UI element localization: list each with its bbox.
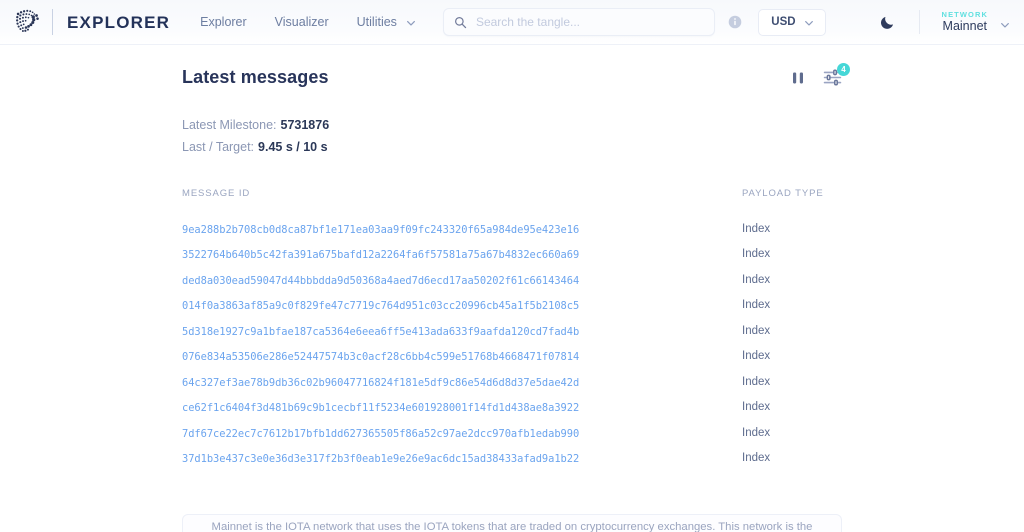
message-id-link[interactable]: 076e834a53506e286e52447574b3c0acf28c6bb4…: [182, 351, 579, 363]
currency-select[interactable]: USD: [757, 8, 826, 36]
cell-message-id: 014f0a3863af85a9c0f829fe47c7719c764d951c…: [182, 293, 742, 319]
chevron-down-icon: [804, 18, 813, 27]
message-id-link[interactable]: 37d1b3e437c3e0e36d3e317f2b3f0eab1e9e26e9…: [182, 453, 579, 465]
currency-select-value: USD: [771, 16, 796, 28]
header-right-group: NETWORK Mainnet: [879, 10, 1010, 34]
cell-payload-type: Index: [742, 350, 771, 363]
table-row: 076e834a53506e286e52447574b3c0acf28c6bb4…: [182, 344, 842, 370]
messages-table-body: 9ea288b2b708cb0d8ca87bf1e171ea03aa9f09fc…: [182, 216, 842, 471]
table-row: 5d318e1927c9a1bfae187ca5364e6eea6ff5e413…: [182, 318, 842, 344]
nav-item-utilities[interactable]: Utilities: [357, 15, 415, 29]
table-row: 64c327ef3ae78b9db36c02b96047716824f181e5…: [182, 369, 842, 395]
cell-payload-type: Index: [742, 324, 771, 337]
network-text: NETWORK Mainnet: [941, 9, 988, 34]
app-header: EXPLORER Explorer Visualizer Utilities U…: [0, 0, 1024, 45]
message-id-link[interactable]: 9ea288b2b708cb0d8ca87bf1e171ea03aa9f09fc…: [182, 224, 579, 236]
network-description-text: Mainnet is the IOTA network that uses th…: [211, 521, 813, 532]
search-input[interactable]: [475, 15, 704, 29]
pause-icon: [791, 72, 805, 90]
logo-block[interactable]: EXPLORER: [10, 5, 170, 39]
cell-payload-type: Index: [742, 452, 771, 465]
cell-message-id: 5d318e1927c9a1bfae187ca5364e6eea6ff5e413…: [182, 318, 742, 344]
brand-title: EXPLORER: [67, 12, 171, 32]
cell-payload-type: Index: [742, 222, 771, 235]
nav-item-utilities-label: Utilities: [356, 15, 397, 29]
table-row: ce62f1c6404f3d481b69c9b1cecbf11f5234e601…: [182, 395, 842, 421]
filter-button[interactable]: 4: [823, 63, 850, 86]
table-row: 9ea288b2b708cb0d8ca87bf1e171ea03aa9f09fc…: [182, 216, 842, 242]
network-description-banner: Mainnet is the IOTA network that uses th…: [182, 514, 842, 532]
table-row: 014f0a3863af85a9c0f829fe47c7719c764d951c…: [182, 293, 842, 319]
info-icon[interactable]: [728, 15, 742, 29]
filter-settings-icon: [823, 69, 842, 90]
header-divider: [918, 10, 920, 34]
logo-divider: [52, 9, 53, 35]
column-header-message-id: MESSAGE ID: [182, 188, 251, 199]
message-id-link[interactable]: ce62f1c6404f3d481b69c9b1cecbf11f5234e601…: [182, 402, 579, 414]
stat-last-target-value: 9.45 s / 10 s: [258, 139, 328, 154]
cell-message-id: ce62f1c6404f3d481b69c9b1cecbf11f5234e601…: [182, 395, 742, 421]
message-id-link[interactable]: 5d318e1927c9a1bfae187ca5364e6eea6ff5e413…: [182, 326, 579, 338]
stat-last-target: Last / Target: 9.45 s / 10 s: [182, 137, 842, 159]
pause-button[interactable]: [791, 70, 805, 86]
stat-latest-milestone-label: Latest Milestone:: [182, 118, 277, 132]
content-column: Latest messages 4 Latest Milestone: 5731…: [182, 45, 850, 471]
table-row: 7df67ce22ec7c7612b17bfb1dd627365505f86a5…: [182, 420, 842, 446]
cell-payload-type: Index: [742, 273, 771, 286]
cell-payload-type: Index: [742, 401, 771, 414]
network-label: NETWORK: [941, 9, 988, 19]
message-id-link[interactable]: 014f0a3863af85a9c0f829fe47c7719c764d951c…: [182, 300, 579, 312]
title-row: Latest messages 4: [182, 63, 850, 88]
cell-payload-type: Index: [742, 299, 771, 312]
table-row: 3522764b640b5c42fa391a675bafd12a2264fa6f…: [182, 242, 842, 268]
cell-message-id: 3522764b640b5c42fa391a675bafd12a2264fa6f…: [182, 242, 742, 268]
chevron-down-icon: [1000, 17, 1010, 28]
cell-message-id: 37d1b3e437c3e0e36d3e317f2b3f0eab1e9e26e9…: [182, 446, 742, 472]
nav-item-visualizer[interactable]: Visualizer: [275, 15, 329, 29]
network-selector[interactable]: NETWORK Mainnet: [941, 9, 1010, 34]
search-icon: [454, 16, 467, 29]
column-header-payload-type: PAYLOAD TYPE: [742, 188, 824, 199]
cell-payload-type: Index: [742, 375, 771, 388]
main-region: Latest messages 4 Latest Milestone: 5731…: [0, 45, 1024, 532]
moon-icon[interactable]: [879, 13, 897, 31]
cell-message-id: 64c327ef3ae78b9db36c02b96047716824f181e5…: [182, 369, 742, 395]
stat-latest-milestone: Latest Milestone: 5731876: [182, 115, 842, 137]
cell-message-id: ded8a030ead59047d44bbbdda9d50368a4aed7d6…: [182, 267, 742, 293]
cell-message-id: 076e834a53506e286e52447574b3c0acf28c6bb4…: [182, 344, 742, 370]
nav-item-explorer[interactable]: Explorer: [200, 15, 247, 29]
filter-badge: 4: [837, 63, 850, 76]
table-row: ded8a030ead59047d44bbbdda9d50368a4aed7d6…: [182, 267, 842, 293]
stat-last-target-label: Last / Target:: [182, 139, 255, 154]
iota-logo-icon: [10, 5, 44, 39]
search-box[interactable]: [442, 8, 715, 36]
message-id-link[interactable]: 7df67ce22ec7c7612b17bfb1dd627365505f86a5…: [182, 428, 579, 440]
cell-payload-type: Index: [742, 248, 771, 261]
table-header-row: MESSAGE ID PAYLOAD TYPE: [182, 188, 842, 216]
table-row: 37d1b3e437c3e0e36d3e317f2b3f0eab1e9e26e9…: [182, 446, 842, 472]
chevron-down-icon: [406, 18, 415, 27]
stats-block: Latest Milestone: 5731876 Last / Target: 9…: [182, 115, 842, 158]
main-nav: Explorer Visualizer Utilities: [200, 15, 415, 29]
messages-table: MESSAGE ID PAYLOAD TYPE 9ea288b2b708cb0d…: [182, 188, 842, 471]
cell-message-id: 7df67ce22ec7c7612b17bfb1dd627365505f86a5…: [182, 420, 742, 446]
message-id-link[interactable]: 3522764b640b5c42fa391a675bafd12a2264fa6f…: [182, 249, 579, 261]
messages-table-head: MESSAGE ID PAYLOAD TYPE: [182, 188, 842, 216]
message-id-link[interactable]: ded8a030ead59047d44bbbdda9d50368a4aed7d6…: [182, 275, 579, 287]
nav-item-explorer-label: Explorer: [200, 15, 247, 29]
stat-latest-milestone-value: 5731876: [280, 118, 330, 132]
cell-payload-type: Index: [742, 426, 771, 439]
page-title: Latest messages: [182, 67, 329, 87]
message-id-link[interactable]: 64c327ef3ae78b9db36c02b96047716824f181e5…: [182, 377, 579, 389]
cell-message-id: 9ea288b2b708cb0d8ca87bf1e171ea03aa9f09fc…: [182, 216, 742, 242]
title-actions: 4: [791, 63, 850, 86]
network-value: Mainnet: [942, 19, 988, 34]
nav-item-visualizer-label: Visualizer: [274, 15, 329, 29]
